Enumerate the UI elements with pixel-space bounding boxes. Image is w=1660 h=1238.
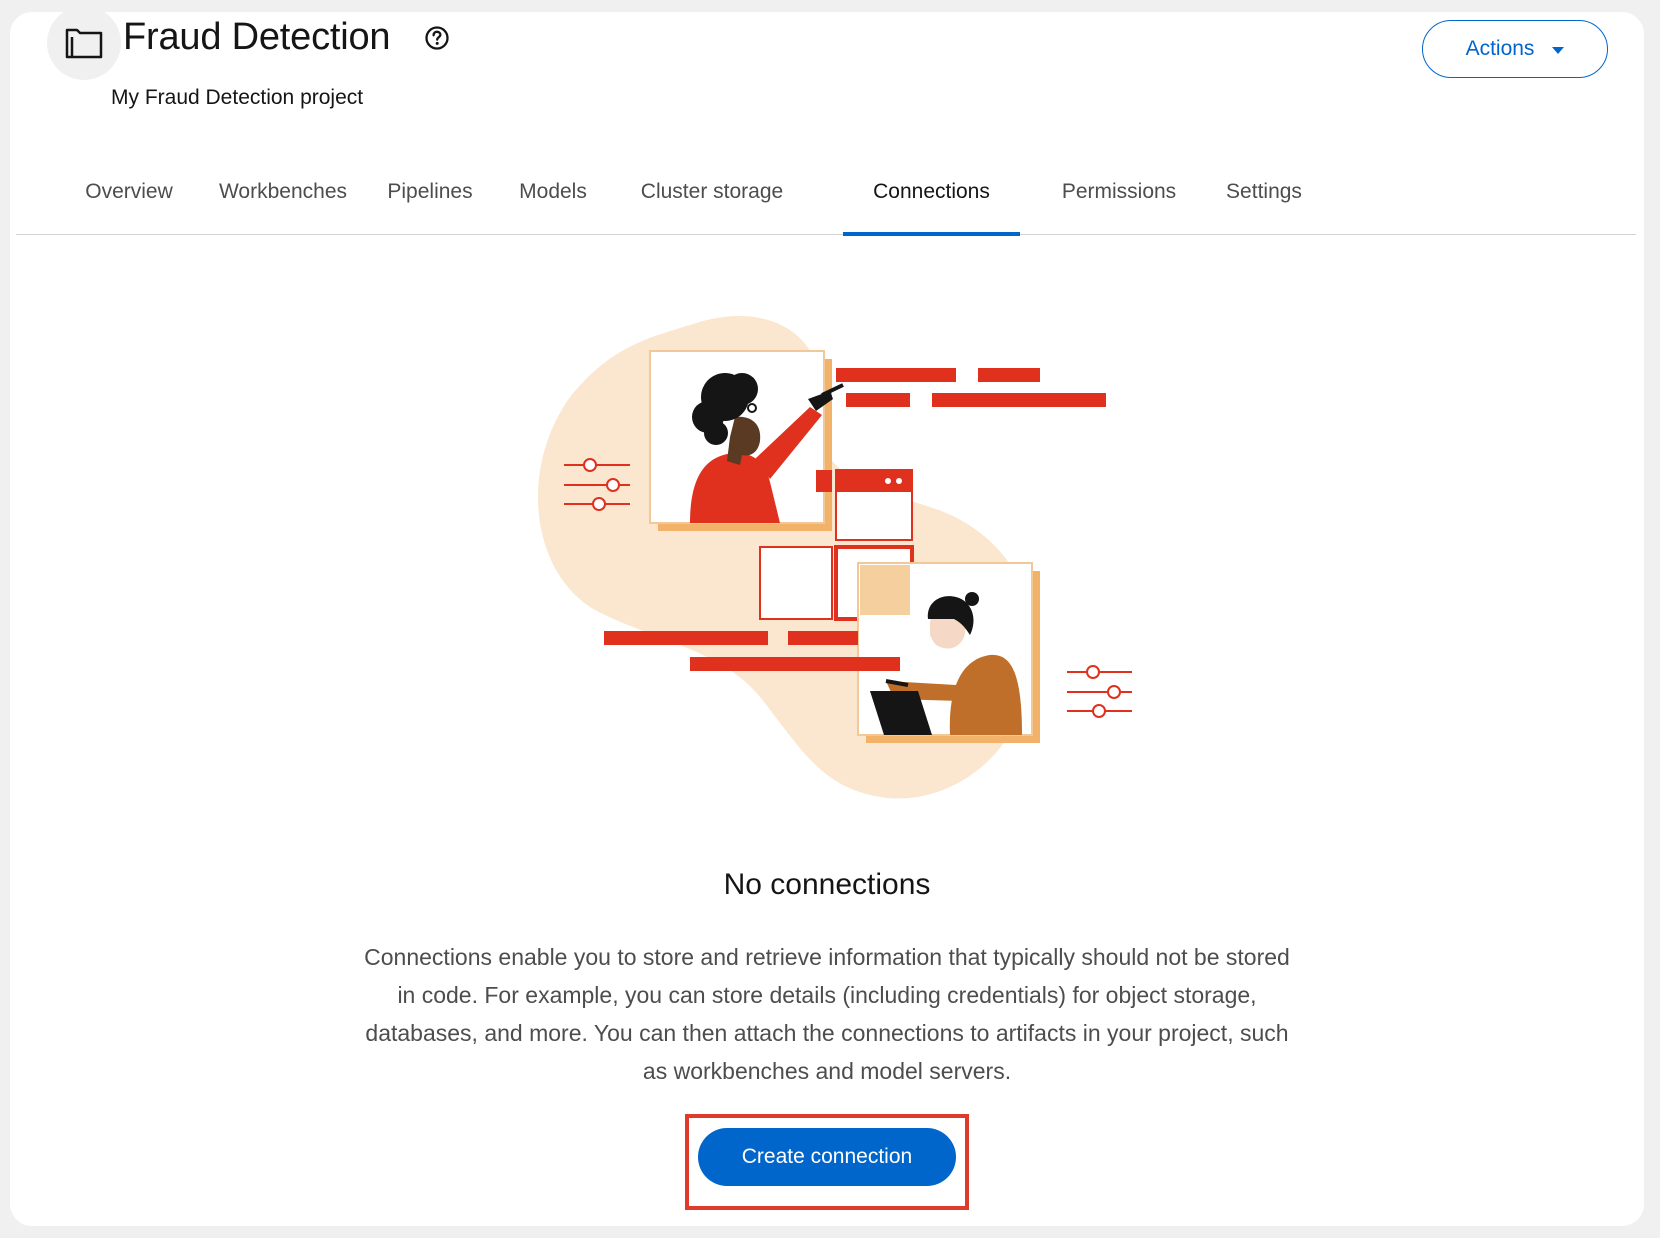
- actions-label: Actions: [1465, 37, 1535, 60]
- empty-state-description: Connections enable you to store and retr…: [364, 944, 1290, 1084]
- project-description: My Fraud Detection project: [111, 86, 364, 109]
- empty-state-title: No connections: [723, 868, 931, 901]
- actions-dropdown-button[interactable]: Actions: [1422, 20, 1608, 78]
- tab-models[interactable]: Models: [506, 152, 600, 235]
- empty-state-illustration: [537, 315, 1132, 799]
- tab-permissions[interactable]: Permissions: [1043, 152, 1195, 235]
- project-tabs: Overview Workbenches Pipelines Models Cl…: [16, 152, 1636, 236]
- tab-pipelines[interactable]: Pipelines: [377, 152, 483, 235]
- tab-settings[interactable]: Settings: [1212, 152, 1316, 235]
- caret-down-icon: [1552, 46, 1565, 54]
- tab-connections[interactable]: Connections: [843, 152, 1020, 236]
- project-folder-icon: [47, 12, 121, 80]
- tab-workbenches[interactable]: Workbenches: [209, 152, 357, 235]
- project-page: Fraud Detection My Fraud Detection proje…: [10, 12, 1644, 1226]
- tab-cluster-storage[interactable]: Cluster storage: [622, 152, 802, 235]
- create-connection-button[interactable]: Create connection: [698, 1128, 956, 1186]
- help-icon[interactable]: [424, 25, 450, 51]
- tab-overview[interactable]: Overview: [70, 152, 188, 235]
- page-title: Fraud Detection: [123, 16, 391, 58]
